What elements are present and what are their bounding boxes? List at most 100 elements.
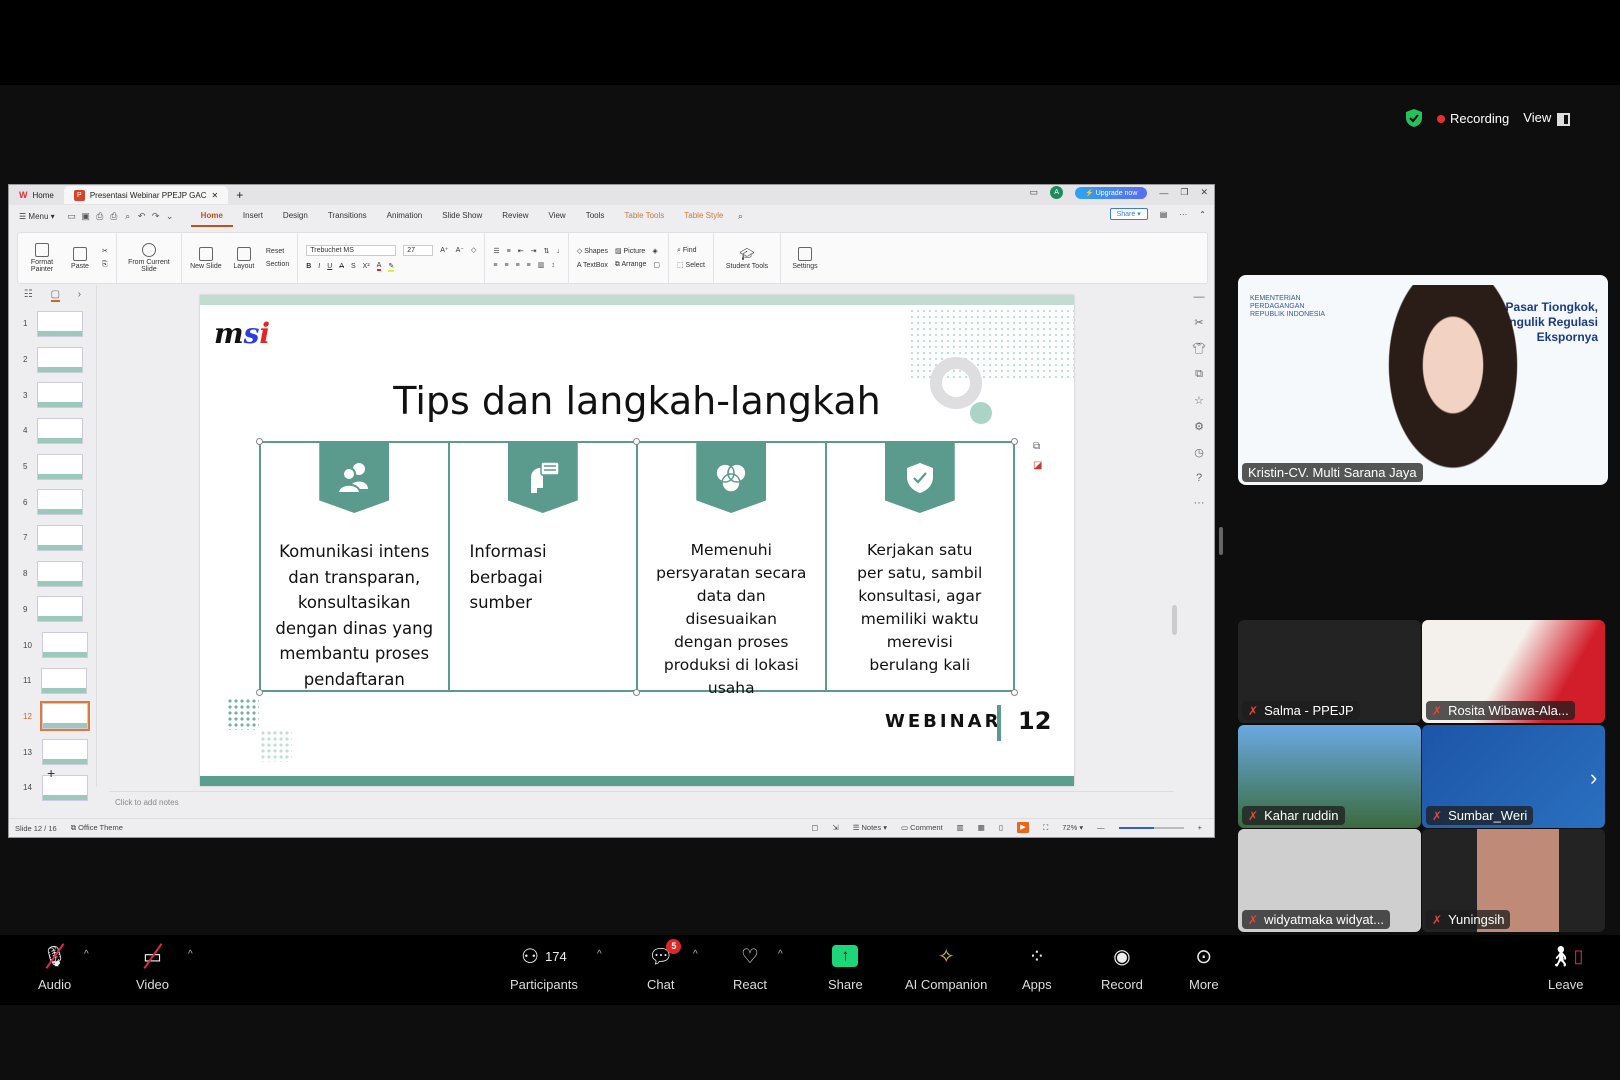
bold-icon[interactable]: B <box>306 263 311 270</box>
ribbon-tab-design[interactable]: Design <box>273 205 318 227</box>
slide-thumbnail[interactable]: 12 <box>9 699 96 735</box>
slide-thumbnail[interactable]: 8 <box>9 556 96 592</box>
slides-view-icon[interactable]: ▢ <box>50 289 61 302</box>
slide-thumbnail[interactable]: 9 <box>9 592 96 628</box>
slide-thumbnail[interactable]: 3 <box>9 377 96 413</box>
participants-button[interactable]: ⚇ 174 Participants <box>510 943 578 993</box>
tab-presentation[interactable]: P Presentasi Webinar PPEJP GAC ✕ <box>63 186 229 204</box>
print-preview-icon[interactable]: ⌕ <box>121 211 135 222</box>
copy-icon[interactable]: ⎘ <box>102 261 108 269</box>
fit-window-icon[interactable]: ⛶ <box>1043 823 1048 833</box>
slide-thumbnail[interactable]: 6 <box>9 484 96 520</box>
search-icon[interactable]: ⌕ <box>733 211 747 222</box>
favorites-icon[interactable]: ☆ <box>1194 394 1204 407</box>
chat-options-caret[interactable]: ^ <box>693 949 698 960</box>
increase-indent-icon[interactable]: ⇥ <box>531 247 537 255</box>
ribbon-tab-transitions[interactable]: Transitions <box>318 205 377 227</box>
sort-icon[interactable]: ↓ <box>556 248 560 255</box>
resize-handle[interactable] <box>256 438 263 445</box>
add-slide-button[interactable]: + <box>47 765 55 781</box>
slide-thumbnail[interactable]: 10 <box>9 627 96 663</box>
slideshow-play-button[interactable]: ▶ <box>1016 822 1029 833</box>
zoom-level[interactable]: 72% ▾ <box>1062 823 1083 832</box>
clear-format-icon[interactable]: ◇ <box>471 246 476 254</box>
resize-handle[interactable] <box>256 689 263 696</box>
textbox-button[interactable]: A TextBox <box>577 262 608 269</box>
participant-tile[interactable]: ✗ Rosita Wibawa-Ala... <box>1422 620 1605 723</box>
apps-button[interactable]: ⁘ Apps <box>1022 943 1052 993</box>
ribbon-tab-tools[interactable]: Tools <box>576 205 615 227</box>
close-window-icon[interactable]: ✕ <box>1200 187 1208 198</box>
align-center-icon[interactable]: ≡ <box>504 262 508 269</box>
slide-scrollbar[interactable] <box>1172 605 1177 635</box>
open-icon[interactable]: ▭ <box>65 211 79 222</box>
slide-canvas[interactable]: msi Tips dan langkah-langkah Komunikasi … <box>200 295 1074 786</box>
tab-home[interactable]: W Home <box>9 186 64 204</box>
resize-handle[interactable] <box>633 438 640 445</box>
upgrade-button[interactable]: ⚡ Upgrade now <box>1075 186 1148 199</box>
leave-button[interactable]: 🚶︎ ▯ Leave <box>1548 943 1583 993</box>
participant-tile[interactable]: ✗ Kahar ruddin <box>1238 725 1421 828</box>
tip-column[interactable]: Kerjakan satu per satu, sambil konsultas… <box>827 443 1014 690</box>
collapse-ribbon-icon[interactable]: ⌃ <box>1199 210 1206 219</box>
font-name-select[interactable]: Trebuchet MS <box>306 244 397 256</box>
highlight-icon[interactable]: ✎ <box>388 262 395 272</box>
share-screen-button[interactable]: ↑ Share <box>828 943 863 992</box>
font-color-icon[interactable]: A <box>376 262 382 271</box>
slide-thumbnail[interactable]: 5 <box>9 449 96 485</box>
reading-mode-icon[interactable]: ▭ <box>1030 187 1039 198</box>
expand-panel-icon[interactable]: › <box>78 289 81 302</box>
comment-toggle[interactable]: ▭ Comment <box>901 823 943 832</box>
align-right-icon[interactable]: ≡ <box>516 262 520 269</box>
ribbon-tab-home[interactable]: Home <box>190 205 233 227</box>
video-options-caret[interactable]: ^ <box>188 949 193 960</box>
participant-tile[interactable]: ✗ Yuningsih <box>1422 829 1605 932</box>
video-button[interactable]: ▭ Video <box>136 943 169 992</box>
collapse-icon[interactable]: — <box>1194 291 1205 303</box>
autofit-icon[interactable]: ⇲ <box>832 823 838 832</box>
settings-button[interactable]: Settings <box>789 246 821 270</box>
notes-toggle[interactable]: ☰ Notes ▾ <box>853 823 887 832</box>
line-spacing-icon[interactable]: ↕ <box>551 262 555 269</box>
smart-beautify-icon[interactable]: ▢ <box>811 823 818 832</box>
security-shield-icon[interactable] <box>1405 108 1423 128</box>
underline-icon[interactable]: U <box>327 263 332 270</box>
ribbon-tab-table-tools[interactable]: Table Tools <box>614 205 674 227</box>
superscript-icon[interactable]: X² <box>363 263 370 270</box>
slide-thumbnail[interactable]: 2 <box>9 342 96 378</box>
account-avatar[interactable]: A <box>1050 186 1064 199</box>
font-size-select[interactable]: 27 <box>403 244 434 256</box>
history-icon[interactable]: ◷ <box>1194 446 1204 459</box>
design-icon[interactable]: 👕︎ <box>1192 342 1206 355</box>
shapes-button[interactable]: ◇ Shapes <box>577 247 608 255</box>
audio-button[interactable]: 🎙︎ Audio <box>38 943 71 992</box>
chat-button[interactable]: 💬︎ 5 Chat <box>647 939 682 992</box>
participant-tile[interactable]: ✗ widyatmaka widyat... <box>1238 829 1421 932</box>
student-tools-button[interactable]: 🎓︎ Student Tools <box>722 247 772 270</box>
new-slide-button[interactable]: New Slide <box>190 246 222 270</box>
participant-tile[interactable]: ✗ Sumbar_Weri <box>1422 725 1605 828</box>
select-button[interactable]: ⬚ Select <box>677 261 705 269</box>
minimize-icon[interactable]: — <box>1159 188 1168 198</box>
resize-handle[interactable] <box>1011 689 1018 696</box>
numbering-icon[interactable]: ≡ <box>507 248 511 255</box>
resize-handle[interactable] <box>633 689 640 696</box>
slide-thumbnail[interactable]: 1 <box>9 306 96 342</box>
section-button[interactable]: Section <box>266 261 289 268</box>
print-icon[interactable]: ⎙ <box>107 211 121 222</box>
text-direction-icon[interactable]: ⇅ <box>544 247 550 255</box>
properties-icon[interactable]: ⚙ <box>1194 420 1204 433</box>
view-button[interactable]: View <box>1523 110 1571 126</box>
reading-view-icon[interactable]: ▯ <box>999 823 1003 832</box>
more-tools-icon[interactable]: ··· <box>1194 497 1205 509</box>
zoom-in-button[interactable]: + <box>1198 823 1202 832</box>
more-options-icon[interactable]: ··· <box>1179 210 1187 219</box>
notes-field[interactable]: Click to add notes <box>109 791 1174 813</box>
recording-indicator[interactable]: Recording <box>1437 111 1509 126</box>
layer-icon[interactable]: ⧉ <box>1033 441 1042 452</box>
arrange-button[interactable]: ⧉ Arrange <box>615 261 646 269</box>
more-button[interactable]: ⊙ More <box>1189 943 1219 993</box>
tips-table[interactable]: Komunikasi intens dan transparan, konsul… <box>259 441 1015 697</box>
tip-column[interactable]: Komunikasi intens dan transparan, konsul… <box>261 443 450 690</box>
panel-resize-handle[interactable] <box>1219 527 1223 555</box>
